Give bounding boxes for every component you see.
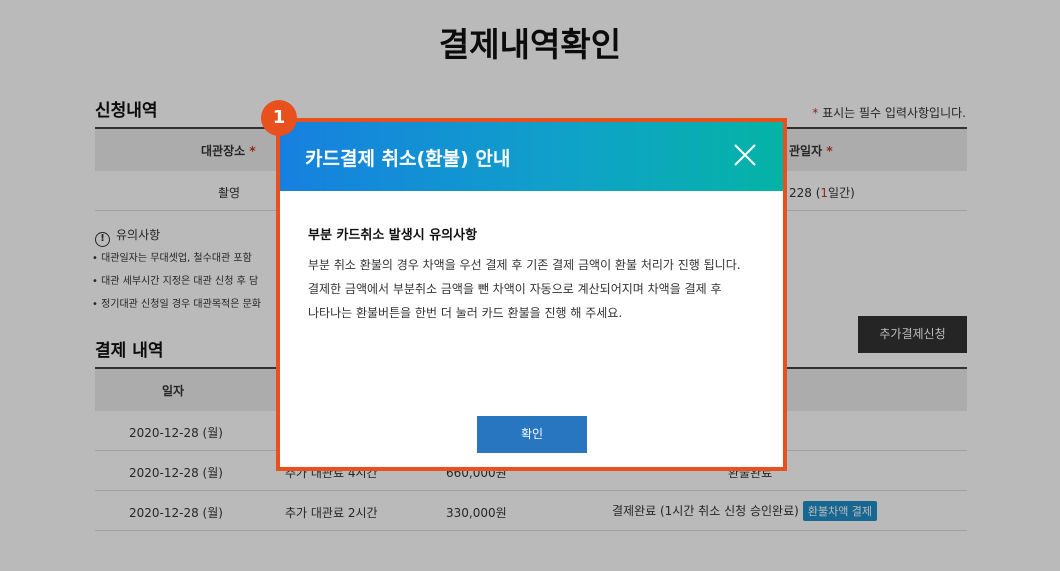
modal-body: 부분 카드취소 발생시 유의사항 부분 취소 환불의 경우 차액을 우선 결제 … [308,224,758,325]
modal-body-title: 부분 카드취소 발생시 유의사항 [308,228,478,243]
modal-body-line: 나타나는 환불버튼을 한번 더 눌러 카드 환불을 진행 해 주세요. [308,306,623,320]
card-refund-modal: 카드결제 취소(환불) 안내 부분 카드취소 발생시 유의사항 부분 취소 환불… [276,118,787,471]
modal-header: 카드결제 취소(환불) 안내 [280,122,783,191]
modal-body-line: 결제한 금액에서 부분취소 금액을 뺀 차액이 자동으로 계산되어지며 차액을 … [308,282,722,296]
close-icon[interactable] [732,142,758,168]
step-number-badge: 1 [261,100,297,136]
confirm-button[interactable]: 확인 [477,416,587,453]
modal-title: 카드결제 취소(환불) 안내 [305,148,511,170]
modal-body-line: 부분 취소 환불의 경우 차액을 우선 결제 후 기존 결제 금액이 환불 처리… [308,258,741,272]
